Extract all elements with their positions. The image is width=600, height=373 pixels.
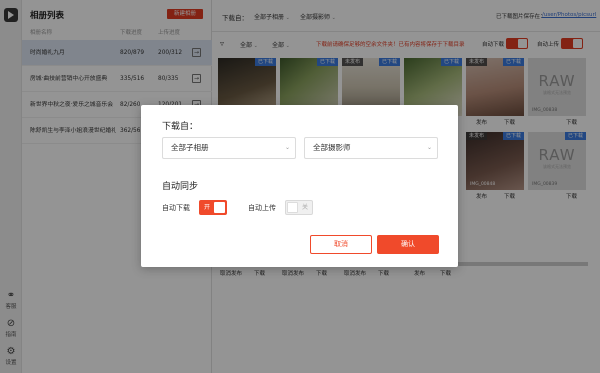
- auto-download-toggle[interactable]: 开: [199, 200, 227, 215]
- chevron-down-icon: ⌄: [284, 144, 290, 151]
- confirm-button[interactable]: 确认: [377, 235, 439, 254]
- toggle-knob: [214, 202, 225, 213]
- auto-upload-toggle[interactable]: 关: [285, 200, 313, 215]
- dialog-album-select[interactable]: 全部子相册 ⌄: [162, 137, 296, 159]
- toggle-state-text: 关: [301, 204, 308, 211]
- download-settings-dialog: 下载自： 全部子相册 ⌄ 全部摄影师 ⌄ 自动同步 自动下载 开 自动上传 关 …: [141, 105, 458, 267]
- auto-sync-heading: 自动同步: [162, 182, 199, 192]
- dialog-title: 下载自：: [162, 122, 199, 132]
- dialog-photographer-select-value: 全部摄影师: [313, 143, 351, 152]
- auto-upload-label: 自动上传: [248, 204, 276, 212]
- cancel-button[interactable]: 取消: [310, 235, 372, 254]
- toggle-state-text: 开: [204, 204, 211, 211]
- chevron-down-icon: ⌄: [426, 144, 432, 151]
- dialog-photographer-select[interactable]: 全部摄影师 ⌄: [304, 137, 438, 159]
- dialog-album-select-value: 全部子相册: [171, 143, 209, 152]
- toggle-knob: [287, 202, 298, 213]
- auto-download-label: 自动下载: [162, 204, 190, 212]
